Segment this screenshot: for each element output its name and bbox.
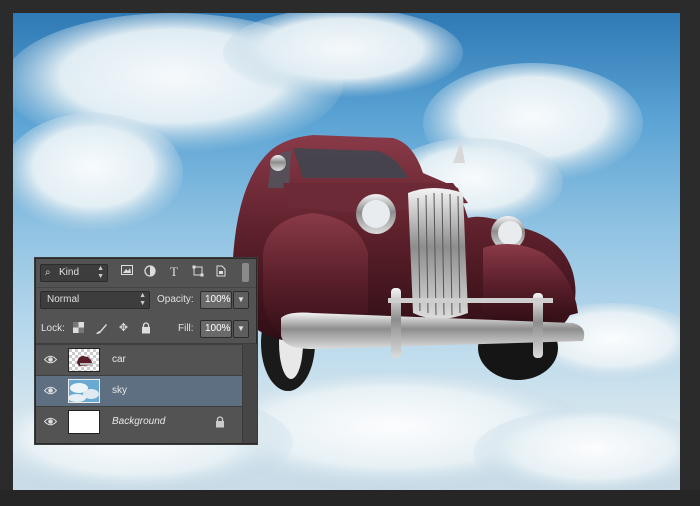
layer-name: Background [112, 416, 166, 427]
layer-thumbnail-car [68, 348, 100, 372]
chevron-down-icon: ▼ [237, 324, 245, 333]
filter-kind-dropdown[interactable]: ⌕ Kind ▲ ▼ [40, 264, 108, 282]
shape-filter-icon[interactable] [191, 265, 205, 279]
workspace-background [0, 490, 700, 506]
image-filter-icon[interactable] [120, 265, 134, 279]
type-filter-icon[interactable]: T [167, 265, 181, 279]
layer-row-car[interactable]: car [36, 344, 242, 375]
eye-icon[interactable] [43, 385, 58, 396]
opacity-slider-button[interactable]: ▼ [233, 291, 249, 309]
updown-arrows-icon: ▲ ▼ [97, 265, 104, 280]
layers-scrollbar[interactable] [242, 344, 257, 443]
layer-thumbnail-sky [68, 379, 100, 403]
layer-name: sky [112, 385, 127, 396]
eye-icon[interactable] [43, 416, 58, 427]
chevron-down-icon: ▼ [237, 295, 245, 304]
fill-slider-button[interactable]: ▼ [233, 320, 249, 338]
layer-thumbnail-background [68, 410, 100, 434]
lock-position-icon[interactable]: ✥ [117, 322, 130, 335]
lock-row: Lock: ✥ Fill: 100% ▼ [36, 315, 256, 344]
layers-panel: ⌕ Kind ▲ ▼ T Normal ▲ ▼ Opacity: 100% ▼ Lo… [35, 258, 257, 444]
opacity-label: Opacity: [157, 294, 194, 305]
layer-name: car [112, 354, 126, 365]
fill-input[interactable]: 100% [200, 320, 232, 338]
layer-row-background[interactable]: Background [36, 406, 242, 437]
lock-transparent-pixels-icon[interactable] [72, 322, 85, 335]
eye-icon[interactable] [43, 354, 58, 365]
filter-row: ⌕ Kind ▲ ▼ T [36, 259, 256, 288]
lock-image-pixels-icon[interactable] [95, 322, 108, 335]
blend-mode-value: Normal [47, 294, 80, 305]
filter-kind-label: Kind [59, 267, 80, 278]
smart-object-filter-icon[interactable] [214, 265, 228, 279]
filter-toggle-switch[interactable] [242, 263, 249, 282]
opacity-input[interactable]: 100% [200, 291, 232, 309]
layer-row-sky[interactable]: sky [36, 375, 242, 406]
lock-icon [215, 416, 225, 431]
search-icon: ⌕ [45, 267, 51, 278]
blend-mode-dropdown[interactable]: Normal ▲ ▼ [40, 291, 150, 309]
blend-row: Normal ▲ ▼ Opacity: 100% ▼ [36, 287, 256, 313]
layers-list: car sky Background [36, 344, 242, 443]
lock-label: Lock: [41, 323, 65, 334]
fill-label: Fill: [178, 323, 194, 334]
updown-arrows-icon: ▲ ▼ [139, 292, 146, 307]
adjustment-filter-icon[interactable] [143, 265, 157, 279]
lock-all-icon[interactable] [139, 322, 152, 335]
